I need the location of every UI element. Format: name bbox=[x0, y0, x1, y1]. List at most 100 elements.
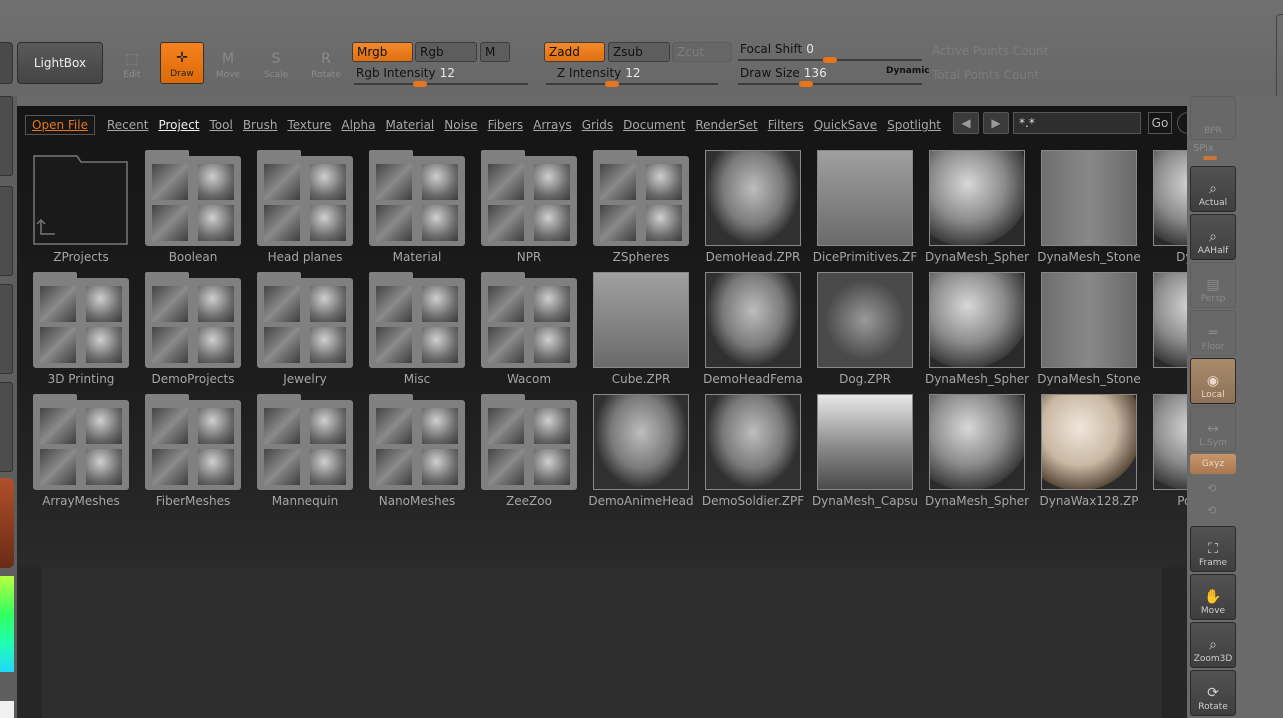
project-file-item[interactable]: DemoHead.ZPR bbox=[697, 150, 809, 272]
tab-tool[interactable]: Tool bbox=[210, 118, 233, 132]
filter-input[interactable]: *.* bbox=[1013, 112, 1141, 134]
folder-item[interactable]: Boolean bbox=[137, 150, 249, 272]
project-file-item[interactable]: Cube.ZPR bbox=[585, 272, 697, 394]
rgb-intensity-slider[interactable]: Rgb Intensity 12 bbox=[356, 66, 455, 80]
mrgb-toggle[interactable]: Mrgb bbox=[352, 42, 413, 62]
next-page-button[interactable]: ▶ bbox=[983, 112, 1009, 134]
draw-size-knob[interactable] bbox=[799, 81, 813, 87]
tab-alpha[interactable]: Alpha bbox=[341, 118, 375, 132]
tab-noise[interactable]: Noise bbox=[444, 118, 477, 132]
draw-size-track[interactable] bbox=[738, 83, 922, 85]
tab-project[interactable]: Project bbox=[158, 118, 199, 132]
tab-texture[interactable]: Texture bbox=[287, 118, 331, 132]
tab-renderset[interactable]: RenderSet bbox=[695, 118, 757, 132]
folder-item[interactable]: ZSpheres bbox=[585, 150, 697, 272]
tab-fibers[interactable]: Fibers bbox=[488, 118, 524, 132]
z-intensity-slider[interactable]: Z Intensity 12 bbox=[557, 66, 641, 80]
color-picker[interactable] bbox=[0, 576, 14, 672]
color-swatch[interactable] bbox=[0, 701, 14, 718]
rotate-axis-icon[interactable]: ⟲ bbox=[1207, 504, 1216, 517]
lightbox-button[interactable]: LightBox bbox=[17, 42, 103, 84]
xyz-symmetry-button[interactable]: Gxyz bbox=[1190, 454, 1236, 474]
project-file-item[interactable]: DemoHeadFema bbox=[697, 272, 809, 394]
persp-button[interactable]: ▤ Persp bbox=[1190, 262, 1236, 308]
aahalf-button[interactable]: ⌕ AAHalf bbox=[1190, 214, 1236, 260]
rotate-tool-button[interactable]: R Rotate bbox=[304, 42, 348, 84]
tab-spotlight[interactable]: Spotlight bbox=[887, 118, 941, 132]
project-file-item[interactable]: DicePrimitives.ZF bbox=[809, 150, 921, 272]
tab-material[interactable]: Material bbox=[386, 118, 435, 132]
folder-item[interactable]: Wacom bbox=[473, 272, 585, 394]
dynamic-toggle[interactable]: Dynamic bbox=[886, 66, 930, 76]
folder-item[interactable]: ArrayMeshes bbox=[25, 394, 137, 516]
z-intensity-knob[interactable] bbox=[605, 81, 619, 87]
spix-knob[interactable] bbox=[1203, 156, 1217, 160]
go-button[interactable]: Go bbox=[1148, 112, 1172, 134]
material-swatch[interactable] bbox=[0, 478, 14, 568]
folder-item[interactable]: 3D Printing bbox=[25, 272, 137, 394]
zsub-toggle[interactable]: Zsub bbox=[608, 42, 670, 62]
tab-recent[interactable]: Recent bbox=[107, 118, 148, 132]
m-toggle[interactable]: M bbox=[480, 42, 510, 62]
frame-button[interactable]: ⛶ Frame bbox=[1190, 526, 1236, 572]
l-sym-button[interactable]: ↔ L.Sym bbox=[1190, 406, 1236, 452]
actual-button[interactable]: ⌕ Actual bbox=[1190, 166, 1236, 212]
zcut-toggle[interactable]: Zcut bbox=[672, 42, 732, 62]
left-tray-panel-3[interactable] bbox=[0, 284, 13, 374]
zadd-toggle[interactable]: Zadd bbox=[544, 42, 605, 62]
project-file-item[interactable]: DynaWax128.ZP bbox=[1033, 394, 1145, 516]
tab-document[interactable]: Document bbox=[623, 118, 685, 132]
folder-item[interactable]: FiberMeshes bbox=[137, 394, 249, 516]
tab-filters[interactable]: Filters bbox=[768, 118, 804, 132]
project-file-item[interactable]: DemoAnimeHead bbox=[585, 394, 697, 516]
local-button[interactable]: ◉ Local bbox=[1190, 358, 1236, 404]
folder-item[interactable]: Jewelry bbox=[249, 272, 361, 394]
folder-item[interactable]: Head planes bbox=[249, 150, 361, 272]
tab-brush[interactable]: Brush bbox=[243, 118, 278, 132]
folder-item[interactable]: NPR bbox=[473, 150, 585, 272]
draw-tool-button[interactable]: ✛ Draw bbox=[160, 42, 204, 84]
left-tray-panel-4[interactable] bbox=[0, 382, 13, 472]
left-panel-toggle[interactable] bbox=[0, 42, 13, 84]
document-canvas[interactable] bbox=[42, 567, 1162, 718]
focal-shift-knob[interactable] bbox=[823, 57, 837, 63]
project-file-item[interactable]: DemoSoldier.ZPF bbox=[697, 394, 809, 516]
project-file-item[interactable]: DynaMesh_Spher bbox=[921, 150, 1033, 272]
folder-item[interactable]: DemoProjects bbox=[137, 272, 249, 394]
tab-grids[interactable]: Grids bbox=[582, 118, 613, 132]
rgb-intensity-knob[interactable] bbox=[413, 81, 427, 87]
rgb-toggle[interactable]: Rgb bbox=[415, 42, 477, 62]
spix-slider[interactable]: SPix bbox=[1193, 143, 1214, 154]
project-file-item[interactable]: DynaMesh_Capsu bbox=[809, 394, 921, 516]
folder-item[interactable]: ZProjects bbox=[25, 150, 137, 272]
folder-item[interactable]: NanoMeshes bbox=[361, 394, 473, 516]
folder-item[interactable]: Mannequin bbox=[249, 394, 361, 516]
project-file-item[interactable]: DynaMesh_Spher bbox=[921, 394, 1033, 516]
folder-item[interactable]: Material bbox=[361, 150, 473, 272]
draw-size-slider[interactable]: Draw Size 136 bbox=[740, 66, 827, 80]
scale-tool-button[interactable]: S Scale bbox=[254, 42, 298, 84]
open-file-button[interactable]: Open File bbox=[25, 115, 95, 135]
focal-shift-slider[interactable]: Focal Shift 0 bbox=[740, 42, 814, 56]
left-tray-panel-2[interactable] bbox=[0, 186, 13, 276]
canvas-area[interactable] bbox=[17, 567, 1187, 718]
project-file-item[interactable]: DynaMesh_Spher bbox=[921, 272, 1033, 394]
left-tray-panel-1[interactable] bbox=[0, 96, 13, 176]
rgb-intensity-track[interactable] bbox=[354, 83, 528, 85]
floor-button[interactable]: ═ Floor bbox=[1190, 310, 1236, 356]
move-tool-button[interactable]: M Move bbox=[206, 42, 250, 84]
z-intensity-track[interactable] bbox=[546, 83, 718, 85]
bpr-button[interactable]: BPR bbox=[1190, 96, 1236, 140]
project-file-item[interactable]: Dog.ZPR bbox=[809, 272, 921, 394]
rotate-axis-icon[interactable]: ⟲ bbox=[1207, 482, 1216, 495]
tab-quicksave[interactable]: QuickSave bbox=[814, 118, 877, 132]
prev-page-button[interactable]: ◀ bbox=[953, 112, 979, 134]
folder-item[interactable]: ZeeZoo bbox=[473, 394, 585, 516]
move-button[interactable]: ✋ Move bbox=[1190, 574, 1236, 620]
edit-tool-button[interactable]: ⬚ Edit bbox=[110, 42, 154, 84]
rotate-button[interactable]: ⟳ Rotate bbox=[1190, 670, 1236, 716]
zoom3d-button[interactable]: ⌕ Zoom3D bbox=[1190, 622, 1236, 668]
tab-arrays[interactable]: Arrays bbox=[533, 118, 572, 132]
folder-item[interactable]: Misc bbox=[361, 272, 473, 394]
project-file-item[interactable]: DynaMesh_Stone bbox=[1033, 150, 1145, 272]
